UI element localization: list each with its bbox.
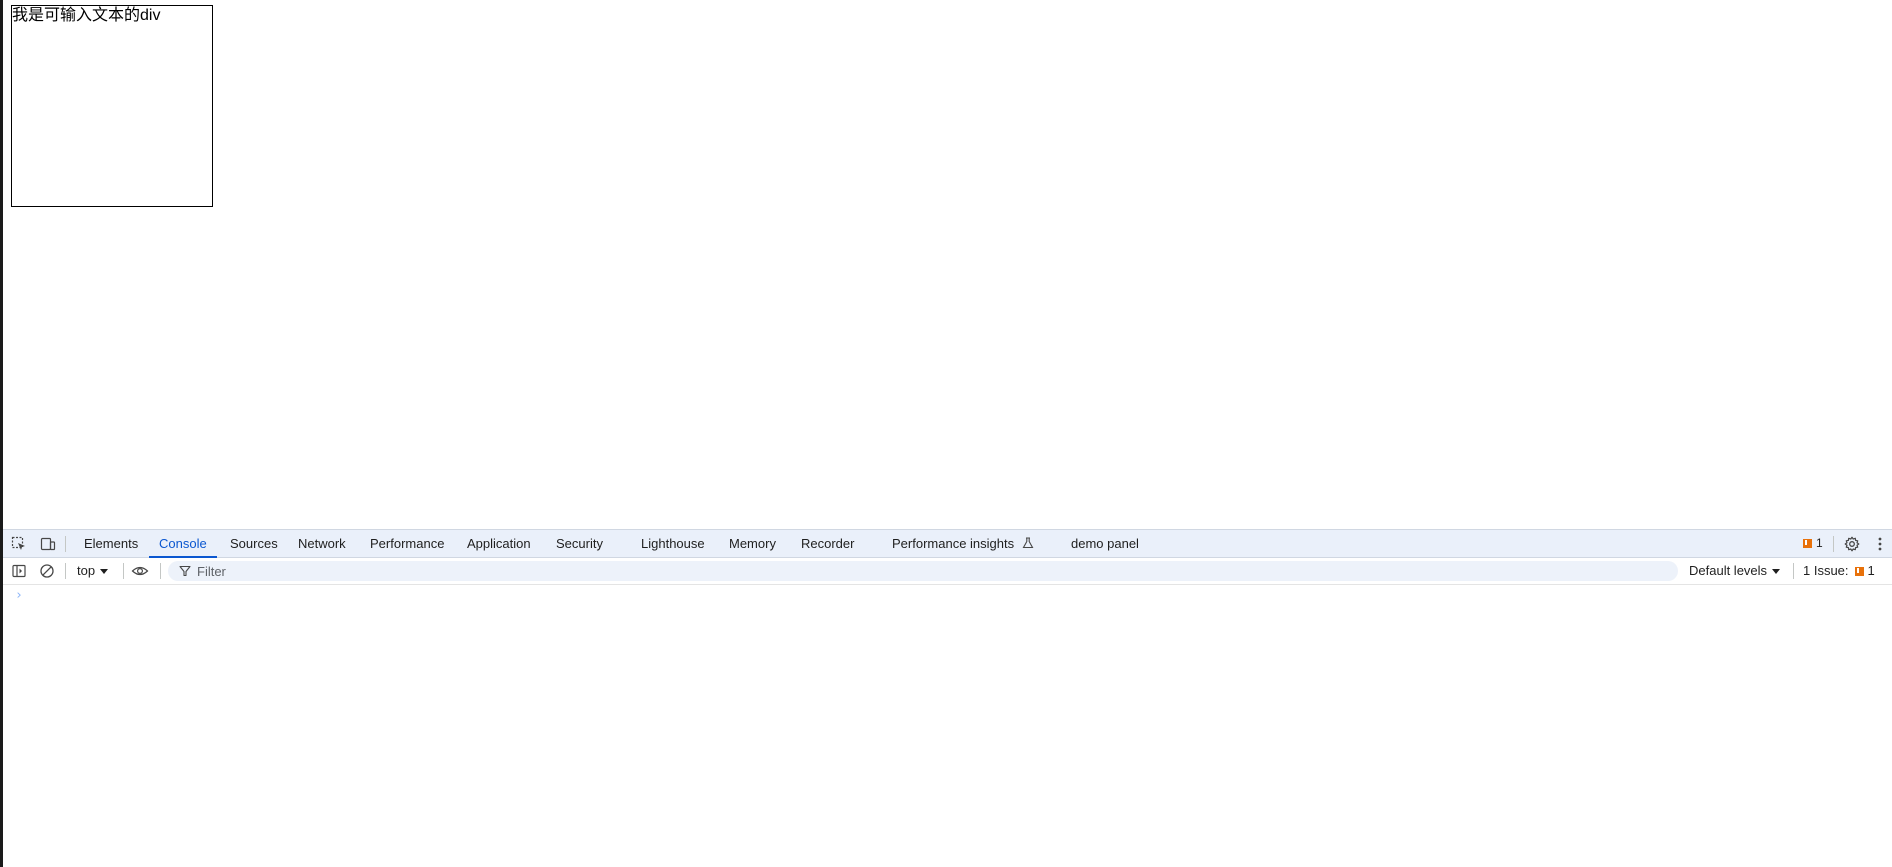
tab-security[interactable]: Security	[554, 530, 605, 557]
tab-divider	[65, 536, 66, 552]
log-levels-label: Default levels	[1689, 563, 1768, 578]
console-output[interactable]: ›	[3, 585, 1892, 865]
devtools-tabbar: Elements Console Sources Network Perform…	[3, 529, 1892, 558]
tab-network[interactable]: Network	[296, 530, 348, 557]
toolbar-divider	[1793, 563, 1794, 579]
device-toolbar-icon[interactable]	[39, 535, 57, 553]
toolbar-divider	[65, 563, 66, 579]
filter-input[interactable]: Filter	[168, 561, 1678, 581]
tab-sources[interactable]: Sources	[228, 530, 280, 557]
screen: 我是可输入文本的div Elements Console Sources Net…	[0, 0, 1892, 867]
inspect-element-icon[interactable]	[10, 535, 28, 553]
issues-label: 1 Issue:	[1803, 563, 1849, 578]
devtools-panel: Elements Console Sources Network Perform…	[3, 529, 1892, 867]
toolbar-divider	[160, 563, 161, 579]
more-options-icon[interactable]	[1871, 535, 1889, 553]
issues-badge-count: 1	[1816, 536, 1823, 550]
clear-console-icon[interactable]	[38, 562, 56, 580]
live-expression-eye-icon[interactable]	[131, 562, 149, 580]
context-selector-label: top	[77, 563, 96, 578]
tab-console[interactable]: Console	[149, 530, 217, 558]
warning-flag-icon	[1803, 539, 1812, 548]
tab-demo-panel[interactable]: demo panel	[1069, 530, 1141, 557]
console-prompt[interactable]: ›	[15, 588, 23, 603]
filter-placeholder: Filter	[197, 563, 226, 579]
settings-gear-icon[interactable]	[1843, 535, 1861, 553]
tab-application[interactable]: Application	[465, 530, 533, 557]
issues-badge[interactable]: 1	[1797, 530, 1823, 557]
tab-recorder[interactable]: Recorder	[799, 530, 856, 557]
sidebar-toggle-icon[interactable]	[10, 562, 28, 580]
flask-icon	[1022, 537, 1034, 549]
tab-performance[interactable]: Performance	[368, 530, 446, 557]
console-toolbar: top Filter Default levels 1 Issue: 1	[3, 558, 1892, 585]
tab-lighthouse[interactable]: Lighthouse	[639, 530, 707, 557]
page-viewport: 我是可输入文本的div	[3, 0, 1892, 529]
warning-flag-icon	[1854, 566, 1864, 576]
toolbar-divider	[123, 563, 124, 579]
chevron-down-icon	[100, 569, 109, 574]
tab-performance-insights[interactable]: Performance insights	[890, 530, 1036, 557]
filter-funnel-icon	[179, 565, 191, 577]
tab-elements[interactable]: Elements	[82, 530, 140, 557]
issues-counter[interactable]: 1 Issue: 1	[1803, 558, 1875, 584]
tab-memory[interactable]: Memory	[727, 530, 778, 557]
tab-performance-insights-label: Performance insights	[892, 536, 1015, 551]
chevron-down-icon	[1772, 569, 1781, 574]
log-levels-dropdown[interactable]: Default levels	[1689, 558, 1781, 584]
issues-count: 1	[1867, 563, 1875, 578]
context-selector[interactable]: top	[77, 558, 109, 584]
editable-text-div[interactable]: 我是可输入文本的div	[11, 5, 213, 207]
tab-divider	[1833, 536, 1834, 552]
